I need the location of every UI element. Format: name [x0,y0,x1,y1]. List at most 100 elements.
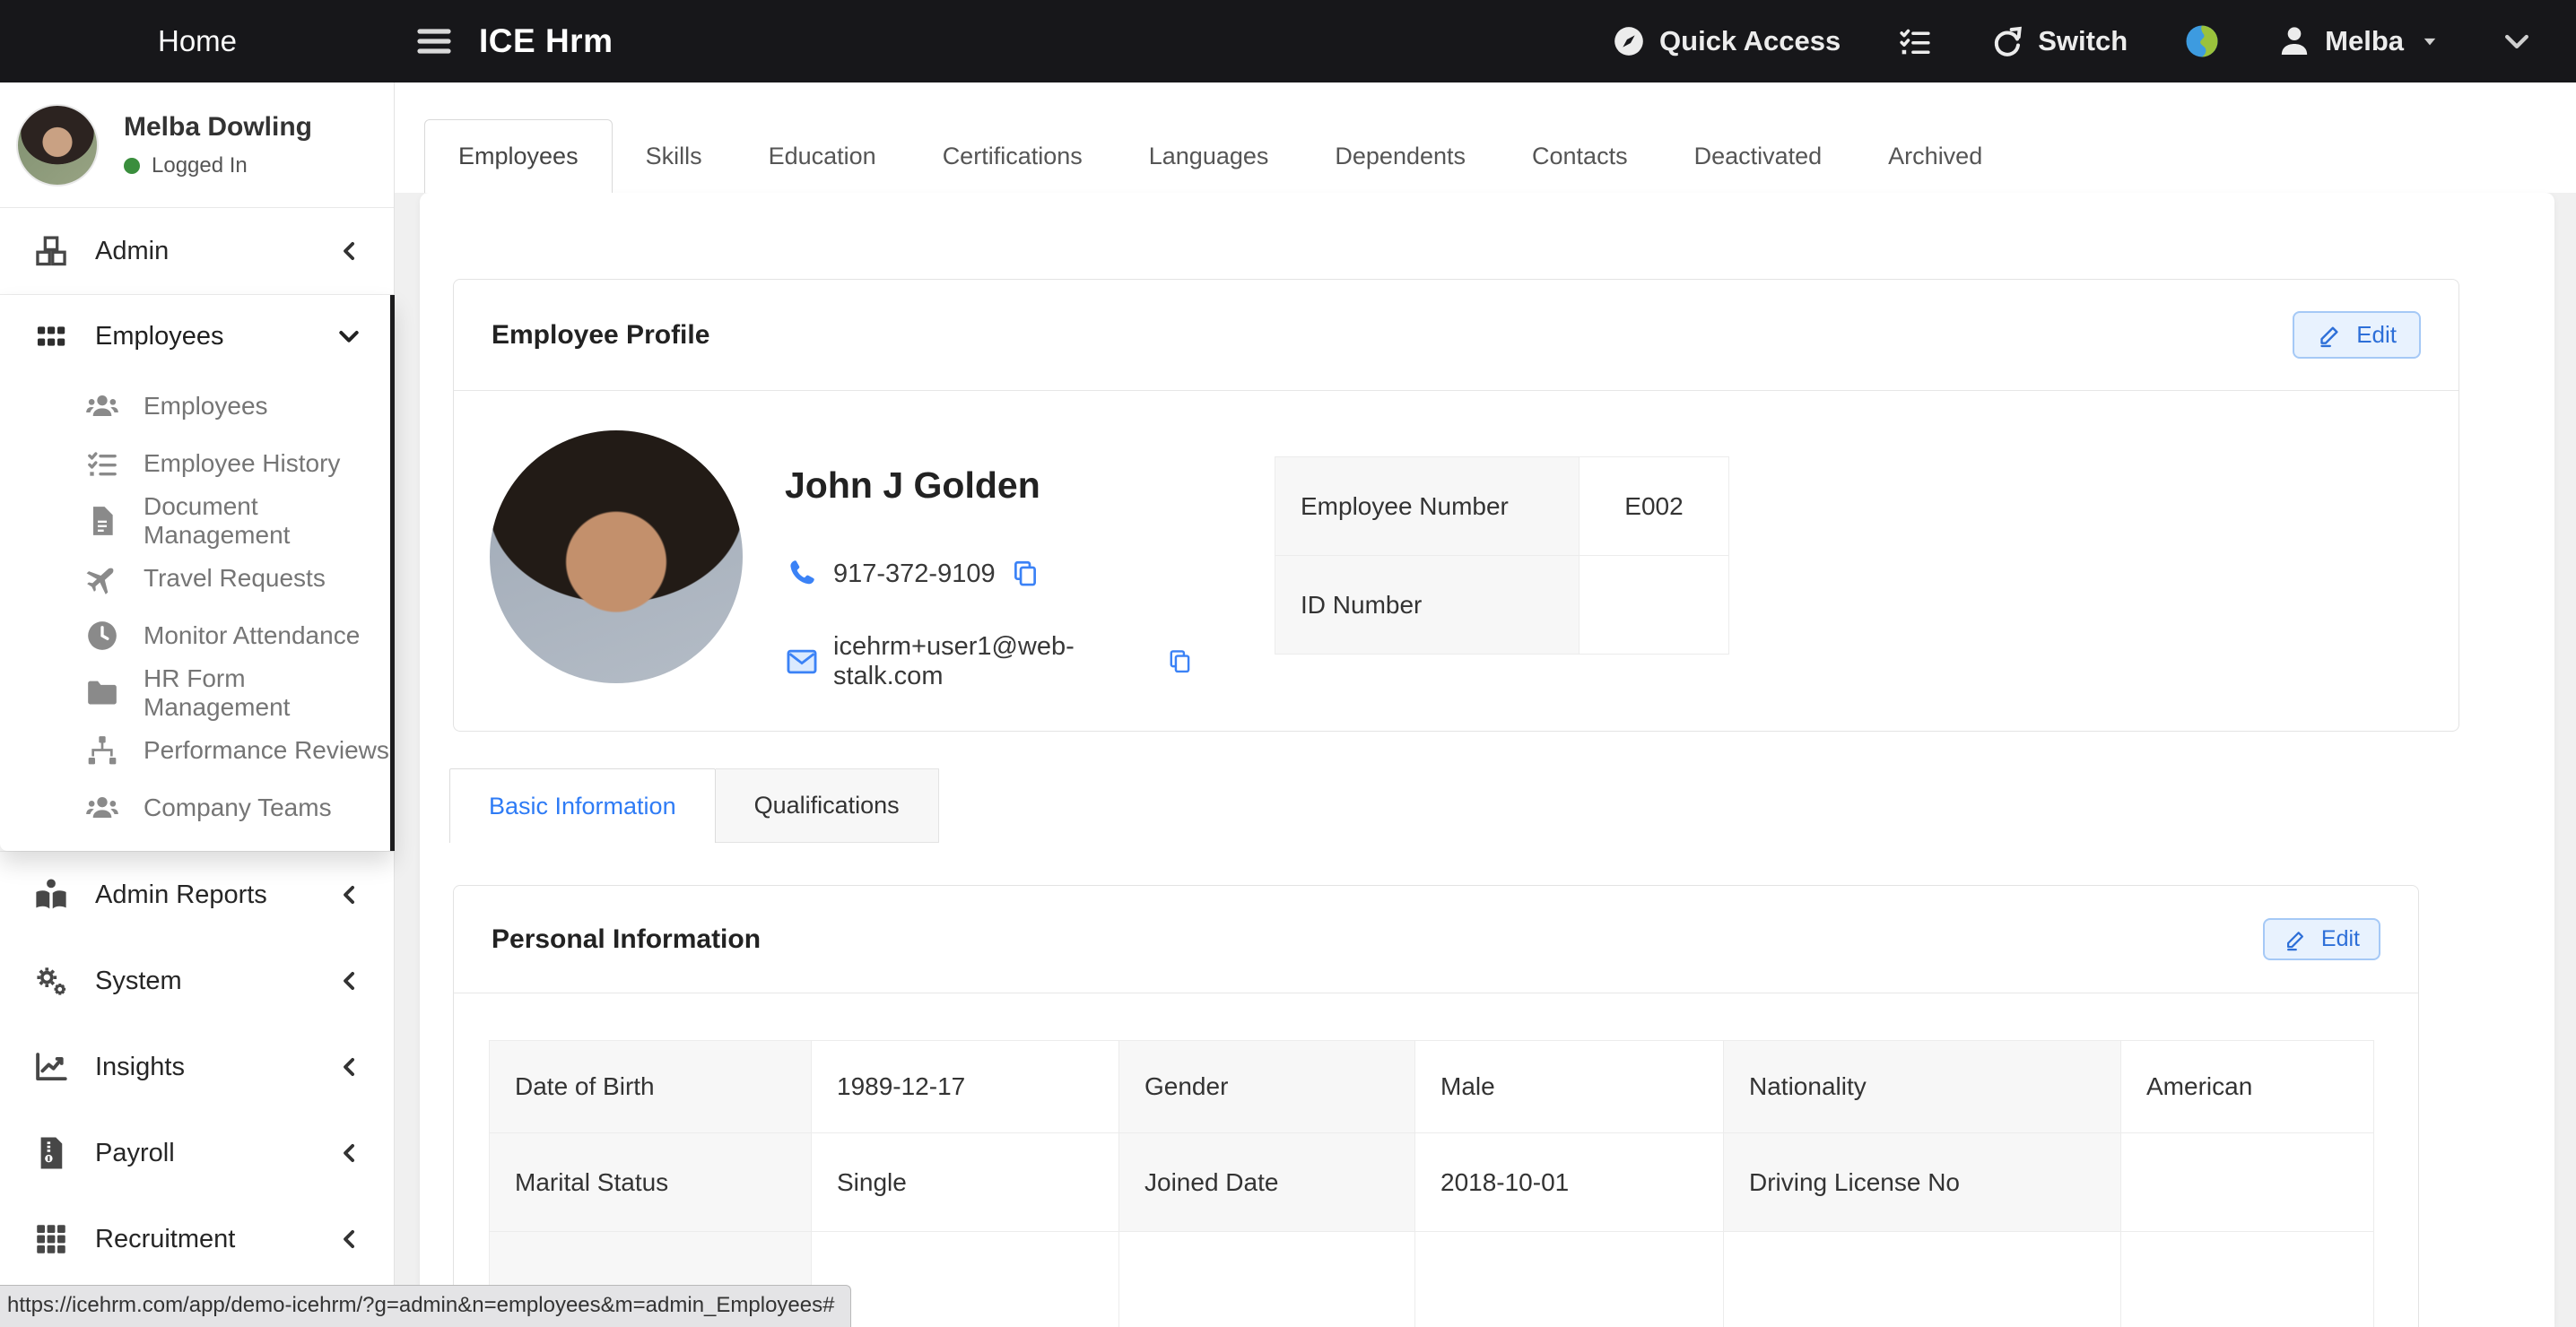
section-title: Personal Information [492,924,761,955]
switch-button[interactable]: Switch [1989,23,2128,59]
tab-basic-information[interactable]: Basic Information [449,768,716,843]
phone-icon [785,557,819,591]
copy-icon[interactable] [1010,559,1040,589]
plane-icon [84,560,120,596]
edit-profile-button[interactable]: Edit [2293,311,2421,359]
employee-phone-row: 917-372-9109 [785,557,1194,591]
tab-employees[interactable]: Employees [424,119,613,193]
sidebar-group-employees: Employees Employees Employee History [0,295,394,851]
list-check-icon [84,446,120,481]
tab-archived[interactable]: Archived [1855,119,2015,193]
sidebar-item-admin[interactable]: Admin [0,208,394,294]
chart-line-icon [32,1048,70,1086]
document-icon [84,503,120,539]
switch-icon [1989,23,2025,59]
user-menu[interactable]: Melba [2276,23,2443,59]
detail-tab-bar: Basic Information Qualifications [449,768,2554,843]
tab-certifications[interactable]: Certifications [909,119,1116,193]
employee-phone[interactable]: 917-372-9109 [833,559,996,589]
sidebar-item-recruitment[interactable]: Recruitment [0,1196,394,1282]
online-dot [124,158,140,174]
chevron-down-icon[interactable] [2499,23,2535,59]
sidebar-item-document-management[interactable]: Document Management [0,492,394,550]
tab-languages[interactable]: Languages [1116,119,1302,193]
status-url-tooltip: https://icehrm.com/app/demo-icehrm/?g=ad… [0,1285,851,1327]
pencil-icon [2317,322,2344,349]
folder-icon [84,675,120,711]
chevron-left-icon [336,1054,363,1080]
quick-access-button[interactable]: Quick Access [1611,23,1841,59]
table-row: Date of Birth 1989-12-17 Gender Male Nat… [490,1041,2374,1133]
gears-icon [32,962,70,1000]
grid-icon [32,317,70,355]
compass-icon [1611,23,1647,59]
tab-dependents[interactable]: Dependents [1301,119,1499,193]
sidebar-item-travel-requests[interactable]: Travel Requests [0,550,394,607]
personal-info-table: Date of Birth 1989-12-17 Gender Male Nat… [489,1040,2374,1327]
table-row: Marital Status Single Joined Date 2018-1… [490,1133,2374,1232]
sidebar-user-name: Melba Dowling [124,112,312,143]
navbar-actions: Quick Access Switch Melba [1611,22,2576,60]
sidebar-item-employees[interactable]: Employees [0,377,394,435]
hamburger-icon[interactable] [413,20,456,63]
chevron-left-icon [336,1226,363,1253]
pencil-icon [2284,927,2309,952]
edit-personal-info-button[interactable]: Edit [2263,918,2380,960]
table-row: ID Number [1275,556,1729,655]
employee-email-row: icehrm+user1@web-stalk.com [785,632,1194,691]
users-icon [84,790,120,826]
caret-down-icon [2416,28,2443,55]
tab-education[interactable]: Education [735,119,909,193]
employee-id-table: Employee Number E002 ID Number [1275,456,1729,655]
switch-label: Switch [2038,25,2128,57]
employee-email[interactable]: icehrm+user1@web-stalk.com [833,632,1152,691]
module-tab-bar: Employees Skills Education Certification… [395,82,2576,193]
sidebar-item-employees-group[interactable]: Employees [0,295,394,377]
sidebar-item-hr-form-management[interactable]: HR Form Management [0,664,394,722]
employee-photo [490,430,743,683]
clock-icon [84,618,120,654]
sidebar-item-insights[interactable]: Insights [0,1024,394,1110]
sidebar-item-system[interactable]: System [0,938,394,1024]
grid-3x3-icon [32,1220,70,1258]
app-brand[interactable]: ICE Hrm [479,22,613,60]
users-icon [84,388,120,424]
tab-qualifications[interactable]: Qualifications [716,768,939,843]
payroll-file-icon [32,1134,70,1172]
sidebar-item-label: Employees [95,322,223,351]
main-content: Employees Skills Education Certification… [395,82,2576,1327]
chevron-down-icon [335,322,363,351]
table-row: Employee Number E002 [1275,457,1729,556]
tab-contacts[interactable]: Contacts [1499,119,1661,193]
sidebar-item-payroll[interactable]: Payroll [0,1110,394,1196]
checklist-icon[interactable] [1896,22,1934,60]
avatar [16,104,99,186]
sidebar-item-admin-reports[interactable]: Admin Reports [0,852,394,938]
employee-name: John J Golden [785,464,1194,507]
sidebar-item-label: Admin [95,237,169,266]
copy-icon[interactable] [1166,646,1194,677]
chevron-left-icon [336,1140,363,1167]
tab-deactivated[interactable]: Deactivated [1661,119,1856,193]
sitemap-icon [84,733,120,768]
globe-language-icon[interactable] [2183,22,2221,60]
section-title: Employee Profile [492,320,709,351]
tab-skills[interactable]: Skills [613,119,735,193]
sidebar-user-status: Logged In [124,153,312,178]
chevron-left-icon [336,881,363,908]
quick-access-label: Quick Access [1659,25,1841,57]
top-navbar: Home ICE Hrm Quick Access Switch [0,0,2576,82]
content-card: Employee Profile Edit John J Golden [420,193,2554,1327]
sidebar-item-employee-history[interactable]: Employee History [0,435,394,492]
sidebar-item-company-teams[interactable]: Company Teams [0,779,394,837]
sidebar-user-panel: Melba Dowling Logged In [0,82,394,208]
sidebar-item-performance-reviews[interactable]: Performance Reviews [0,722,394,779]
home-link[interactable]: Home [0,24,395,58]
employee-profile-section: Employee Profile Edit John J Golden [453,279,2459,732]
sidebar: Melba Dowling Logged In Admin E [0,82,395,1327]
chevron-left-icon [336,967,363,994]
user-icon [2276,23,2312,59]
book-reader-icon [32,876,70,914]
user-menu-label: Melba [2325,25,2404,57]
sidebar-item-monitor-attendance[interactable]: Monitor Attendance [0,607,394,664]
